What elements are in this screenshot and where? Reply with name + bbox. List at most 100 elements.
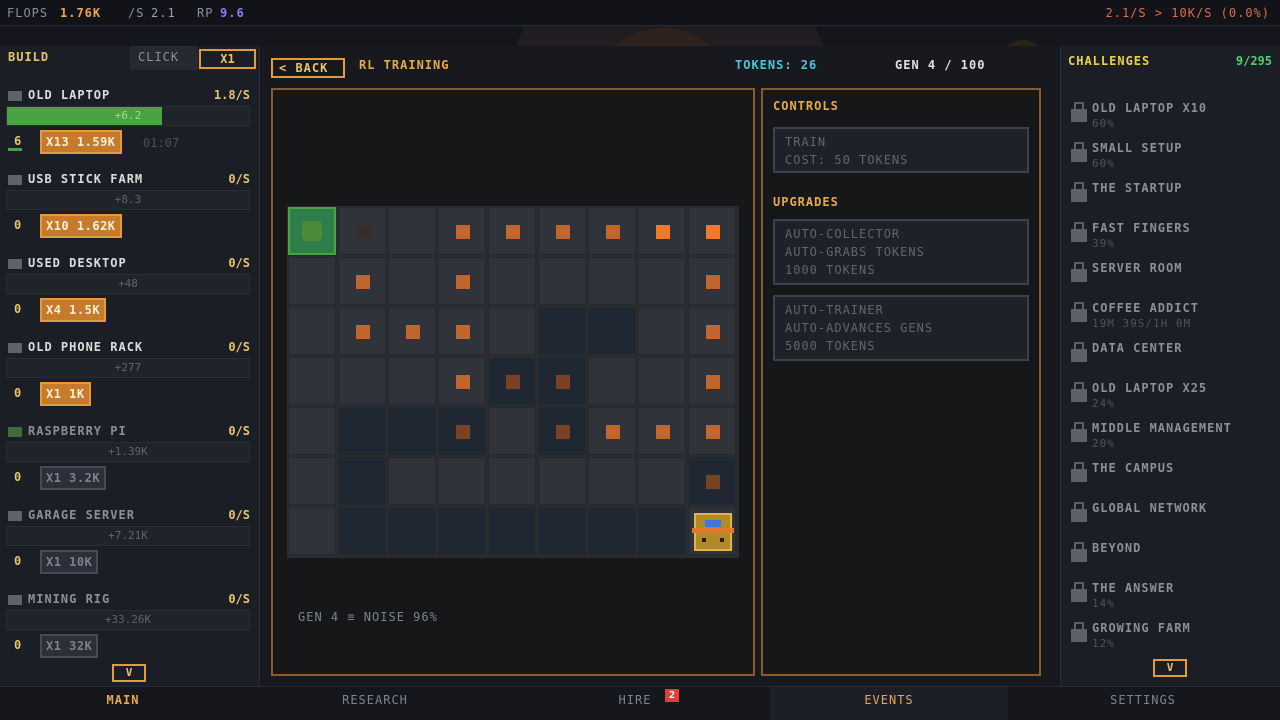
token-marker — [506, 225, 520, 239]
grid-cell — [338, 257, 386, 305]
buy-button[interactable]: X4 1.5K — [40, 298, 107, 322]
grid-cell — [338, 407, 386, 455]
challenge-item[interactable]: SMALL SETUP 60% — [1069, 141, 1279, 179]
item-progress-bar[interactable]: +7.21K — [6, 526, 250, 546]
challenge-item[interactable]: COFFEE ADDICT 19M 39S/1H 0M — [1069, 301, 1279, 339]
token-marker — [406, 325, 420, 339]
item-count: 0 — [14, 386, 22, 400]
item-name: OLD PHONE RACK — [28, 340, 144, 354]
grid-cell — [588, 357, 636, 405]
grid-cell — [388, 457, 436, 505]
tab-build[interactable]: BUILD — [0, 46, 130, 70]
upgrade-auto-trainer-button[interactable]: AUTO-TRAINER AUTO-ADVANCES GENS 5000 TOK… — [773, 295, 1029, 361]
challenge-item[interactable]: THE CAMPUS — [1069, 461, 1279, 499]
buy-button[interactable]: X13 1.59K — [40, 130, 122, 154]
upgrade-cost: 1000 TOKENS — [785, 263, 876, 277]
nav-events[interactable]: EVENTS — [770, 687, 1008, 720]
laptop-icon — [8, 91, 22, 101]
challenge-item[interactable]: MIDDLE MANAGEMENT 20% — [1069, 421, 1279, 459]
flops-value: 1.76K — [60, 6, 102, 20]
grid-cell — [338, 207, 386, 255]
grid-cell — [438, 507, 486, 555]
lock-icon — [1071, 622, 1087, 642]
grid-cell — [488, 507, 536, 555]
grid-cell — [588, 407, 636, 455]
item-progress-bar[interactable]: +33.26K — [6, 610, 250, 630]
grid-cell — [288, 307, 336, 355]
build-item: OLD LAPTOP 1.8/S +6.2 6 X13 1.59K 01:07 — [0, 86, 260, 170]
grid-cell — [288, 407, 336, 455]
grid-cell — [388, 207, 436, 255]
item-progress-bar[interactable]: +48 — [6, 274, 250, 294]
back-button[interactable]: < BACK — [271, 58, 345, 78]
grid-cell — [688, 307, 736, 355]
build-item: USB STICK FARM 0/S +8.3 0 X10 1.62K — [0, 170, 260, 254]
grid-cell — [488, 307, 536, 355]
scroll-down-button[interactable]: V — [112, 664, 146, 682]
nav-hire[interactable]: HIRE — [504, 687, 766, 720]
grid-cell — [688, 357, 736, 405]
train-button[interactable]: TRAIN COST: 50 TOKENS — [773, 127, 1029, 173]
nav-research[interactable]: RESEARCH — [246, 687, 504, 720]
item-progress-bar[interactable]: +8.3 — [6, 190, 250, 210]
build-tabs: BUILD CLICK X1 — [0, 46, 260, 70]
upgrades-title: UPGRADES — [773, 195, 839, 209]
item-progress-bar[interactable]: +1.39K — [6, 442, 250, 462]
token-marker — [456, 375, 470, 389]
grid-cell — [388, 357, 436, 405]
grid-cell — [638, 207, 686, 255]
token-marker — [506, 375, 520, 389]
item-name: USED DESKTOP — [28, 256, 127, 270]
challenge-name: BEYOND — [1092, 541, 1142, 555]
upgrade-desc: AUTO-ADVANCES GENS — [785, 321, 934, 335]
challenge-item[interactable]: SERVER ROOM — [1069, 261, 1279, 299]
challenge-progress: 12% — [1092, 637, 1115, 650]
owned-indicator — [8, 148, 22, 151]
buy-button[interactable]: X1 1K — [40, 382, 91, 406]
phone-rack-icon — [8, 343, 22, 353]
build-panel: BUILD CLICK X1 OLD LAPTOP 1.8/S +6.2 6 X13 1… — [0, 46, 260, 686]
grid-cell — [288, 357, 336, 405]
upgrade-name: AUTO-COLLECTOR — [785, 227, 901, 241]
token-marker — [656, 225, 670, 239]
item-count: 0 — [14, 302, 22, 316]
challenge-item[interactable]: THE STARTUP — [1069, 181, 1279, 219]
challenge-item[interactable]: BEYOND — [1069, 541, 1279, 579]
challenge-item[interactable]: GLOBAL NETWORK — [1069, 501, 1279, 539]
challenge-item[interactable]: GROWING FARM 12% — [1069, 621, 1279, 659]
challenge-item[interactable]: DATA CENTER — [1069, 341, 1279, 379]
buy-multiplier-button[interactable]: X1 — [199, 49, 256, 69]
challenge-progress: 14% — [1092, 597, 1115, 610]
challenge-item[interactable]: OLD LAPTOP X25 24% — [1069, 381, 1279, 419]
challenges-panel: CHALLENGES 9/295 OLD LAPTOP X10 60% SMALL … — [1060, 46, 1280, 686]
nav-settings[interactable]: SETTINGS — [1016, 687, 1270, 720]
build-item: GARAGE SERVER 0/S +7.21K 0 X1 10K — [0, 506, 260, 590]
nav-main[interactable]: MAIN — [0, 687, 246, 720]
tab-click[interactable]: CLICK — [130, 46, 198, 70]
challenge-progress: 60% — [1092, 157, 1115, 170]
buy-button[interactable]: X1 3.2K — [40, 466, 107, 490]
item-progress-bar[interactable]: +6.2 — [6, 106, 250, 126]
lock-icon — [1071, 262, 1087, 282]
challenge-name: DATA CENTER — [1092, 341, 1183, 355]
buy-button[interactable]: X10 1.62K — [40, 214, 122, 238]
buy-button[interactable]: X1 32K — [40, 634, 99, 658]
grid-cell — [688, 407, 736, 455]
grid-cell — [688, 207, 736, 255]
challenge-name: THE ANSWER — [1092, 581, 1175, 595]
item-yield: +1.39K — [108, 445, 148, 458]
train-cost: COST: 50 TOKENS — [785, 153, 909, 167]
buy-button[interactable]: X1 10K — [40, 550, 99, 574]
token-marker — [456, 325, 470, 339]
challenge-item[interactable]: FAST FINGERS 39% — [1069, 221, 1279, 259]
challenges-scroll-button[interactable]: V — [1153, 659, 1187, 677]
token-marker — [706, 375, 720, 389]
upgrade-auto-collector-button[interactable]: AUTO-COLLECTOR AUTO-GRABS TOKENS 1000 TO… — [773, 219, 1029, 285]
challenge-item[interactable]: OLD LAPTOP X10 60% — [1069, 101, 1279, 139]
item-progress-bar[interactable]: +277 — [6, 358, 250, 378]
build-item: USED DESKTOP 0/S +48 0 X4 1.5K — [0, 254, 260, 338]
grid-cell — [338, 457, 386, 505]
token-marker — [356, 225, 370, 239]
training-grid-panel: GEN 4 ≡ NOISE 96% — [271, 88, 755, 676]
challenge-item[interactable]: THE ANSWER 14% — [1069, 581, 1279, 619]
